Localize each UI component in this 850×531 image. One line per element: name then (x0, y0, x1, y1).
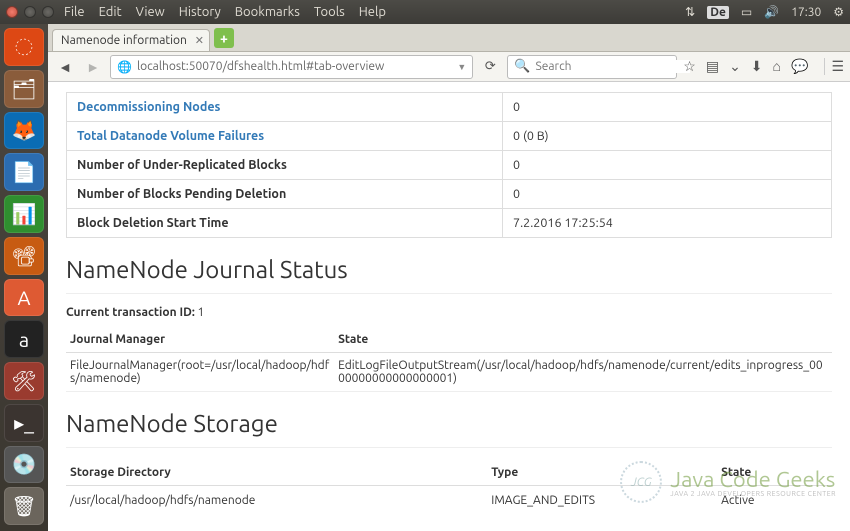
search-icon: 🔍 (514, 59, 530, 74)
reload-button[interactable]: ⟳ (479, 59, 501, 74)
status-value: 0 (503, 93, 832, 122)
launcher-software[interactable]: A (4, 279, 44, 317)
launcher-dash[interactable]: ◌ (4, 28, 44, 66)
status-value: 0 (0 B) (503, 122, 832, 151)
storage-heading: NameNode Storage (66, 410, 832, 437)
storage-header-state: State (717, 460, 832, 486)
storage-table: Storage Directory Type State /usr/local/… (66, 460, 832, 515)
journal-row: FileJournalManager(root=/usr/local/hadoo… (66, 353, 832, 392)
status-row: Total Datanode Volume Failures 0 (0 B) (67, 122, 832, 151)
launcher-impress[interactable]: 📽 (4, 237, 44, 275)
menu-view[interactable]: View (136, 5, 165, 19)
launcher-amazon[interactable]: a (4, 320, 44, 358)
status-label: Number of Blocks Pending Deletion (67, 180, 503, 209)
status-label: Block Deletion Start Time (67, 209, 503, 238)
search-bar[interactable]: 🔍 (507, 55, 677, 79)
window-controls (6, 6, 54, 18)
storage-header-dir: Storage Directory (66, 460, 487, 486)
url-dropdown-icon[interactable]: ▼ (457, 62, 466, 72)
storage-dir-value: /usr/local/hadoop/hdfs/namenode (66, 486, 487, 516)
firefox-menu-icon[interactable]: ☰ (824, 58, 844, 75)
menu-edit[interactable]: Edit (99, 5, 122, 19)
tab-title: Namenode information (61, 34, 187, 47)
toolbar-icons: ☆ ▤ ⌄ ⬇ ⌂ 💬 ☰ (683, 58, 844, 75)
network-icon[interactable]: ⇅ (685, 5, 695, 19)
launcher-trash[interactable]: 🗑 (4, 487, 44, 525)
storage-state-value: Active (717, 486, 832, 516)
launcher-firefox[interactable]: 🦊 (4, 112, 44, 150)
home-icon[interactable]: ⌂ (773, 58, 781, 75)
unity-launcher: ◌ 🗂 🦊 📄 📊 📽 A a 🛠 ▸_ 💿 🗑 (0, 24, 48, 531)
window-maximize-button[interactable] (42, 6, 54, 18)
journal-manager-value: FileJournalManager(root=/usr/local/hadoo… (66, 353, 334, 392)
status-row: Block Deletion Start Time 7.2.2016 17:25… (67, 209, 832, 238)
journal-header-manager: Journal Manager (66, 327, 334, 353)
tab-strip: Namenode information ✕ + (48, 24, 850, 52)
system-menubar: File Edit View History Bookmarks Tools H… (0, 0, 850, 24)
journal-heading: NameNode Journal Status (66, 256, 832, 283)
window-close-button[interactable] (6, 6, 18, 18)
tab-close-icon[interactable]: ✕ (195, 34, 204, 47)
nav-back-button[interactable]: ◄ (54, 56, 76, 78)
menu-help[interactable]: Help (359, 5, 386, 19)
launcher-files[interactable]: 🗂 (4, 70, 44, 108)
url-bar[interactable]: 🌐 ▼ (110, 55, 473, 79)
system-tray: ⇅ De ▭ 🔊 17:30 ⚙ (685, 5, 844, 19)
txid-label: Current transaction ID: (66, 306, 195, 319)
page-content: Decommissioning Nodes 0 Total Datanode V… (48, 82, 850, 531)
menu-file[interactable]: File (64, 5, 85, 19)
window-minimize-button[interactable] (24, 6, 36, 18)
chat-icon[interactable]: 💬 (791, 58, 808, 75)
storage-header-type: Type (487, 460, 717, 486)
clock[interactable]: 17:30 (791, 6, 821, 19)
menu-bookmarks[interactable]: Bookmarks (235, 5, 300, 19)
storage-row: /usr/local/hadoop/hdfs/namenode IMAGE_AN… (66, 486, 832, 516)
battery-icon[interactable]: ▭ (741, 5, 752, 19)
volume-failures-link[interactable]: Total Datanode Volume Failures (77, 129, 264, 143)
status-row: Number of Blocks Pending Deletion 0 (67, 180, 832, 209)
launcher-calc[interactable]: 📊 (4, 195, 44, 233)
divider (66, 447, 832, 448)
url-input[interactable] (137, 60, 451, 73)
status-value: 0 (503, 151, 832, 180)
bookmark-star-icon[interactable]: ☆ (683, 58, 696, 75)
nav-forward-button[interactable]: ► (82, 56, 104, 78)
launcher-terminal[interactable]: ▸_ (4, 404, 44, 442)
status-value: 0 (503, 180, 832, 209)
status-value: 7.2.2016 17:25:54 (503, 209, 832, 238)
browser-tab[interactable]: Namenode information ✕ (52, 29, 210, 51)
search-input[interactable] (535, 60, 690, 73)
pocket-icon[interactable]: ⌄ (729, 58, 741, 75)
firefox-window: Namenode information ✕ + ◄ ► 🌐 ▼ ⟳ 🔍 ☆ ▤… (48, 24, 850, 531)
journal-table: Journal Manager State FileJournalManager… (66, 327, 832, 392)
storage-type-value: IMAGE_AND_EDITS (487, 486, 717, 516)
divider (66, 293, 832, 294)
journal-header-state: State (334, 327, 832, 353)
reader-icon[interactable]: ▤ (706, 58, 719, 75)
status-table: Decommissioning Nodes 0 Total Datanode V… (66, 92, 832, 238)
launcher-settings[interactable]: 🛠 (4, 362, 44, 400)
status-row: Decommissioning Nodes 0 (67, 93, 832, 122)
journal-state-value: EditLogFileOutputStream(/usr/local/hadoo… (334, 353, 832, 392)
launcher-writer[interactable]: 📄 (4, 153, 44, 191)
launcher-disc[interactable]: 💿 (4, 446, 44, 484)
txid-value: 1 (198, 306, 205, 319)
volume-icon[interactable]: 🔊 (764, 5, 779, 19)
downloads-icon[interactable]: ⬇ (751, 58, 763, 75)
browser-toolbar: ◄ ► 🌐 ▼ ⟳ 🔍 ☆ ▤ ⌄ ⬇ ⌂ 💬 ☰ (48, 52, 850, 82)
new-tab-button[interactable]: + (214, 28, 234, 48)
settings-gear-icon[interactable]: ⚙ (833, 5, 844, 19)
decommissioning-nodes-link[interactable]: Decommissioning Nodes (77, 100, 220, 114)
transaction-id-line: Current transaction ID: 1 (66, 306, 832, 319)
status-label: Number of Under-Replicated Blocks (67, 151, 503, 180)
menu-history[interactable]: History (179, 5, 221, 19)
menu-tools[interactable]: Tools (314, 5, 345, 19)
status-row: Number of Under-Replicated Blocks 0 (67, 151, 832, 180)
site-identity-icon[interactable]: 🌐 (117, 60, 132, 74)
keyboard-layout-indicator[interactable]: De (707, 6, 729, 19)
